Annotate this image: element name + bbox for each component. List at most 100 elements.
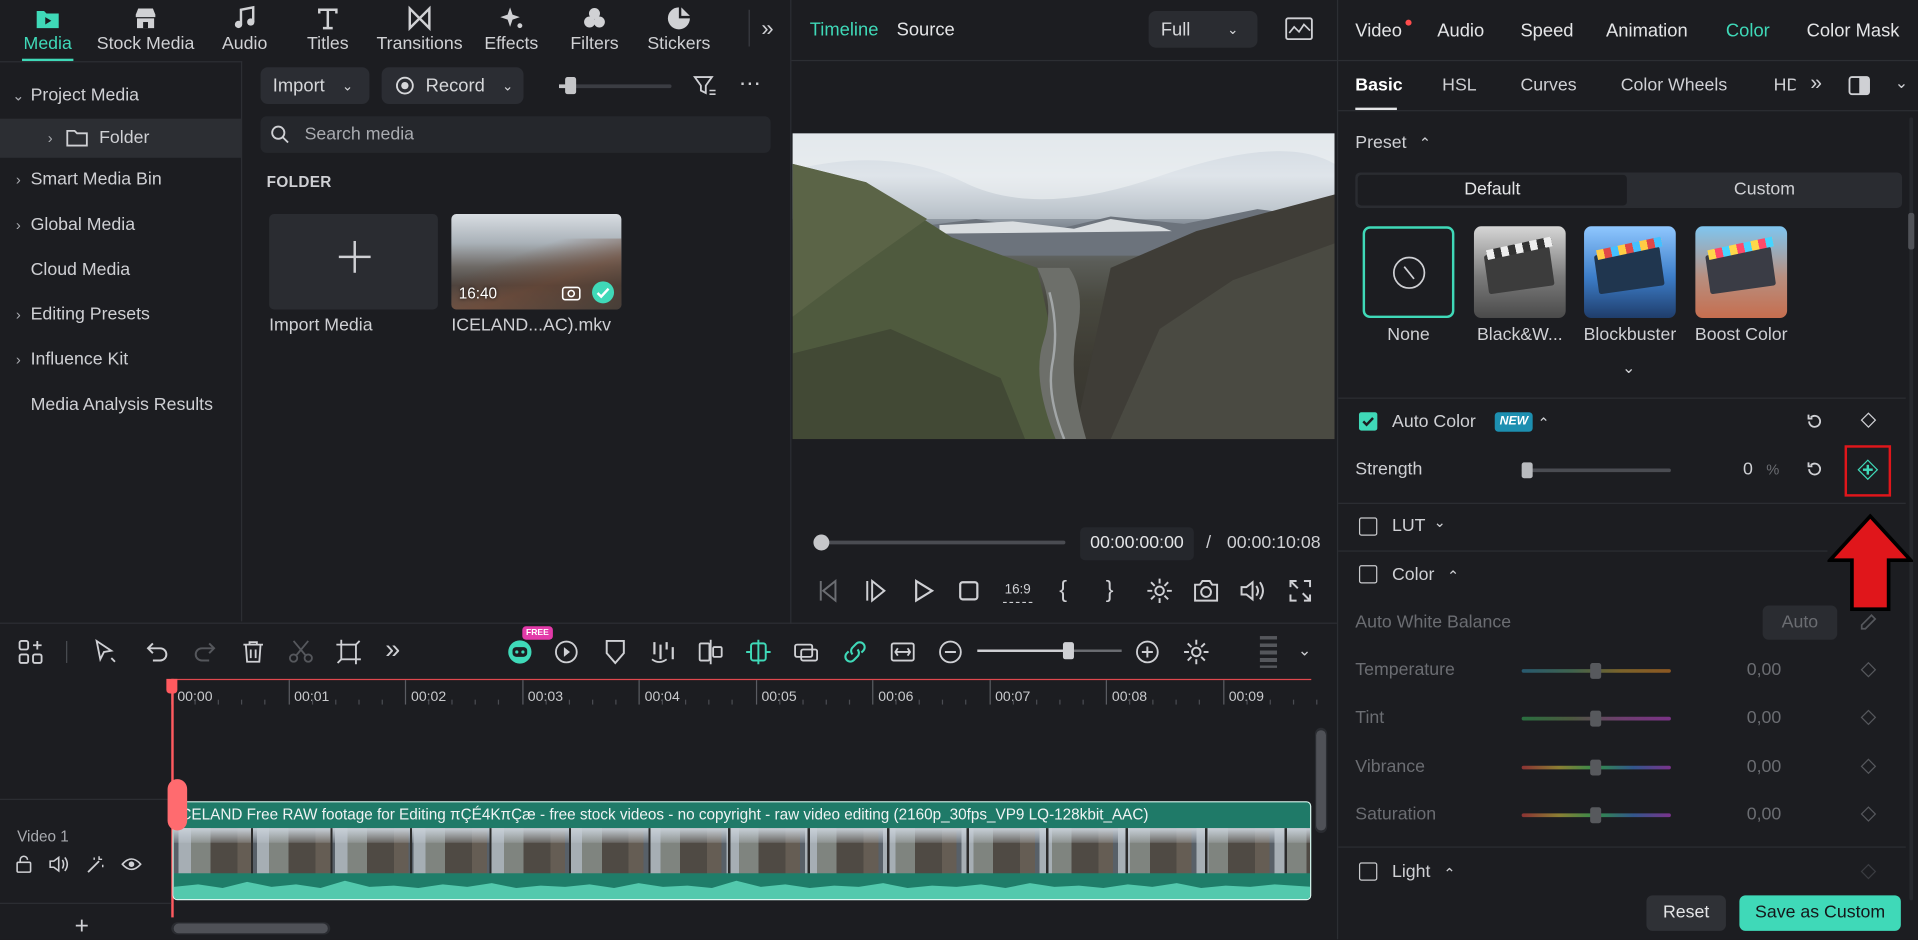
timeline-settings-icon[interactable]	[1182, 637, 1211, 666]
panel-collapse-chevron[interactable]: ⌄	[1895, 73, 1908, 93]
more-options-icon[interactable]: ⋯	[739, 71, 762, 97]
ai-assistant-button[interactable]: FREE	[505, 626, 553, 665]
strength-slider[interactable]	[1521, 462, 1671, 479]
slider-knob[interactable]	[1062, 642, 1074, 660]
previous-frame-icon[interactable]	[812, 576, 841, 605]
vibrance-value[interactable]: 0,00	[1747, 757, 1782, 777]
split-scissors-icon[interactable]	[286, 637, 315, 666]
slider-knob[interactable]	[1590, 710, 1602, 727]
replace-clip-icon[interactable]	[791, 637, 820, 666]
sidebar-item-editing-presets[interactable]: › Editing Presets	[0, 295, 241, 334]
timeline-horizontal-scrollbar[interactable]	[171, 922, 331, 935]
color-collapse-chevron[interactable]: ⌃	[1447, 568, 1459, 585]
scrollbar-thumb[interactable]	[1908, 212, 1915, 250]
auto-color-checkbox[interactable]	[1358, 412, 1378, 431]
tab-media[interactable]: Media	[0, 5, 98, 54]
select-pointer-icon[interactable]	[91, 637, 120, 666]
tab-speed[interactable]: Speed	[1520, 21, 1573, 42]
scrubber-knob[interactable]	[813, 534, 830, 551]
speed-ramp-icon[interactable]	[552, 637, 581, 666]
tab-transitions[interactable]: Transitions	[369, 5, 469, 54]
link-chain-icon[interactable]	[840, 637, 869, 666]
compare-view-icon[interactable]	[1848, 76, 1870, 96]
panel-grip-icon[interactable]	[1259, 636, 1278, 668]
next-frame-icon[interactable]	[861, 576, 890, 605]
track-lock-icon[interactable]	[15, 855, 33, 873]
timeline-toolbar-chevron[interactable]: ⌄	[1298, 641, 1311, 661]
keyframe-diamond-icon[interactable]	[1860, 863, 1877, 880]
fullscreen-icon[interactable]	[1286, 576, 1315, 605]
media-clip-thumbnail[interactable]: 16:40	[451, 214, 622, 310]
playback-scrubber[interactable]	[813, 534, 1066, 551]
undo-icon[interactable]	[142, 637, 171, 666]
track-magic-icon[interactable]	[86, 855, 106, 875]
current-time-display[interactable]: 00:00:00:00	[1080, 527, 1194, 561]
auto-color-collapse-chevron[interactable]: ⌃	[1538, 415, 1550, 432]
thumbnail-size-slider[interactable]	[559, 77, 672, 95]
sidebar-item-folder[interactable]: › Folder	[0, 118, 241, 158]
marker-shield-icon[interactable]	[601, 637, 630, 666]
stop-icon[interactable]	[954, 576, 983, 605]
snap-toggle-icon[interactable]	[744, 637, 773, 666]
mark-out-button[interactable]: }	[1106, 577, 1114, 604]
lut-checkbox[interactable]	[1358, 517, 1378, 536]
slider-knob[interactable]	[1590, 807, 1602, 824]
subtab-basic[interactable]: Basic	[1355, 76, 1402, 96]
search-media-field[interactable]	[260, 116, 771, 153]
subtab-hd[interactable]: HD	[1774, 76, 1796, 96]
volume-icon[interactable]	[1238, 576, 1267, 605]
play-icon[interactable]	[909, 576, 938, 605]
redo-icon[interactable]	[191, 637, 220, 666]
add-track-button[interactable]: +	[75, 913, 89, 940]
tab-titles[interactable]: Titles	[278, 5, 378, 54]
zoom-in-icon[interactable]	[1133, 637, 1162, 666]
reset-button[interactable]: Reset	[1646, 895, 1726, 931]
tab-color-mask[interactable]: Color Mask	[1807, 21, 1900, 42]
preset-tile-none[interactable]	[1362, 226, 1455, 319]
quality-dropdown[interactable]: Full ⌄	[1148, 11, 1258, 48]
reset-icon[interactable]	[1805, 412, 1823, 430]
saturation-value[interactable]: 0,00	[1747, 805, 1782, 825]
filter-funnel-icon[interactable]	[692, 73, 716, 97]
sidebar-item-media-analysis-results[interactable]: Media Analysis Results	[0, 385, 241, 424]
playhead-marker[interactable]	[166, 678, 178, 694]
toolbar-more-chevron[interactable]: »	[385, 634, 400, 666]
eyedropper-icon[interactable]	[1858, 613, 1878, 633]
panel-scrollbar[interactable]	[1908, 117, 1915, 901]
search-media-input[interactable]	[304, 121, 758, 149]
delete-trash-icon[interactable]	[239, 637, 268, 666]
audio-beat-icon[interactable]	[648, 637, 677, 666]
slider-knob[interactable]	[1590, 759, 1602, 776]
temperature-value[interactable]: 0,00	[1747, 661, 1782, 681]
snapshot-camera-icon[interactable]	[1191, 576, 1220, 605]
preset-default-button[interactable]: Default	[1357, 174, 1627, 206]
keyframe-diamond-icon[interactable]	[1860, 661, 1877, 678]
tab-timeline[interactable]: Timeline	[810, 20, 879, 41]
render-settings-icon[interactable]	[1145, 576, 1174, 605]
slider-knob[interactable]	[1590, 662, 1602, 679]
slider-knob[interactable]	[565, 77, 577, 95]
import-media-tile[interactable]	[269, 214, 438, 310]
color-checkbox[interactable]	[1358, 565, 1378, 584]
record-dropdown[interactable]: Record ⌄	[381, 67, 524, 104]
track-mute-icon[interactable]	[49, 855, 69, 873]
subtab-hsl[interactable]: HSL	[1442, 76, 1477, 96]
tab-color[interactable]: Color	[1726, 21, 1770, 42]
preset-tile-black-white[interactable]	[1473, 226, 1566, 319]
preview-video-frame[interactable]	[792, 133, 1335, 440]
keyframe-diamond-icon[interactable]	[1860, 412, 1877, 428]
keyframe-diamond-icon[interactable]	[1860, 806, 1877, 822]
sidebar-item-influence-kit[interactable]: › Influence Kit	[0, 340, 241, 379]
preset-tile-boost-color[interactable]	[1695, 226, 1788, 319]
tab-source[interactable]: Source	[897, 20, 955, 41]
preset-tile-blockbuster[interactable]	[1584, 226, 1676, 319]
vibrance-slider[interactable]	[1521, 759, 1671, 776]
tint-slider[interactable]	[1521, 710, 1671, 727]
add-keyframe-button[interactable]	[1857, 459, 1879, 481]
waveform-monitor-icon[interactable]	[1284, 16, 1313, 43]
sidebar-item-cloud-media[interactable]: Cloud Media	[0, 251, 241, 290]
presets-expand-chevron[interactable]: ⌄	[1622, 358, 1635, 378]
awb-auto-button[interactable]: Auto	[1762, 605, 1838, 640]
saturation-slider[interactable]	[1521, 807, 1671, 824]
video-clip[interactable]: ICELAND Free RAW footage for Editing πÇÉ…	[172, 801, 1312, 901]
